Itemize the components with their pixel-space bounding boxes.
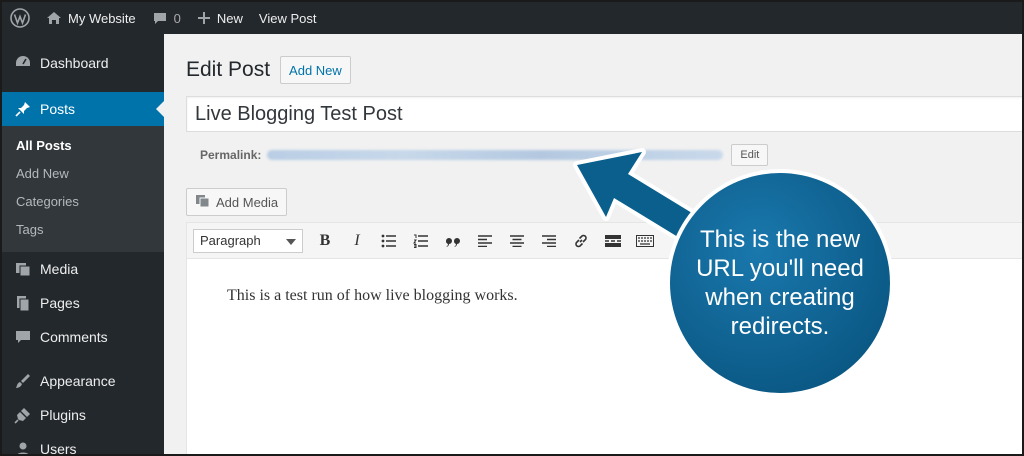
comments-icon <box>14 328 32 346</box>
plugin-icon <box>14 406 32 424</box>
media-icon <box>14 260 32 278</box>
admin-sidebar: Dashboard Posts All Posts Add New Catego… <box>2 34 164 456</box>
post-body-text[interactable]: This is a test run of how live blogging … <box>227 287 518 305</box>
sidebar-item-label: Dashboard <box>40 55 109 71</box>
page-title: Edit Post <box>186 58 271 81</box>
home-icon <box>46 10 62 26</box>
sidebar-item-users[interactable]: Users <box>2 432 164 456</box>
submenu-categories[interactable]: Categories <box>2 188 164 216</box>
bold-button[interactable]: B <box>309 227 341 255</box>
sidebar-item-label: Plugins <box>40 407 86 423</box>
sidebar-item-media[interactable]: Media <box>2 252 164 286</box>
comments-count: 0 <box>173 10 181 26</box>
submenu-all-posts[interactable]: All Posts <box>2 132 164 160</box>
format-select[interactable]: Paragraph <box>193 228 303 253</box>
sidebar-item-comments[interactable]: Comments <box>2 320 164 354</box>
view-post-label: View Post <box>258 10 317 26</box>
posts-submenu: All Posts Add New Categories Tags <box>2 126 164 252</box>
align-left-icon[interactable] <box>469 227 501 255</box>
bulleted-list-icon[interactable] <box>373 227 405 255</box>
post-editor[interactable]: Paragraph B I This is a test run of how … <box>186 222 1022 454</box>
sidebar-item-label: Appearance <box>40 373 116 389</box>
site-name: My Website <box>68 10 136 26</box>
pages-icon <box>14 294 32 312</box>
blockquote-icon[interactable] <box>437 227 469 255</box>
sidebar-item-label: Posts <box>40 101 76 117</box>
sidebar-item-label: Pages <box>40 295 80 311</box>
screenshot-frame: My Website 0 New View Post Dashboard Pos… <box>0 0 1024 456</box>
submenu-tags[interactable]: Tags <box>2 216 164 244</box>
read-more-icon[interactable] <box>597 227 629 255</box>
dashboard-icon <box>14 54 32 72</box>
add-media-button[interactable]: Add Media <box>186 188 288 216</box>
users-icon <box>14 440 32 454</box>
sidebar-item-appearance[interactable]: Appearance <box>2 364 164 398</box>
editor-toolbar: Paragraph B I <box>187 223 1022 259</box>
add-new-button[interactable]: Add New <box>280 56 351 84</box>
align-right-icon[interactable] <box>533 227 565 255</box>
sidebar-item-dashboard[interactable]: Dashboard <box>2 46 164 80</box>
new-content-link[interactable]: New <box>189 2 251 34</box>
sidebar-item-label: Comments <box>40 329 108 345</box>
wordpress-logo-icon[interactable] <box>2 2 38 34</box>
italic-button[interactable]: I <box>341 227 373 255</box>
align-center-icon[interactable] <box>501 227 533 255</box>
comment-bubble-icon <box>152 10 168 26</box>
permalink-edit-button[interactable]: Edit <box>731 144 769 166</box>
callout-text: This is the new URL you'll need when cre… <box>696 226 864 340</box>
view-post-link[interactable]: View Post <box>251 2 325 34</box>
toolbar-toggle-icon[interactable] <box>629 227 661 255</box>
comments-link[interactable]: 0 <box>144 2 189 34</box>
permalink-row: Permalink: Edit <box>200 144 769 166</box>
sidebar-item-label: Users <box>40 441 77 456</box>
sidebar-item-posts[interactable]: Posts <box>2 92 164 126</box>
post-title-input[interactable]: Live Blogging Test Post <box>186 96 1022 132</box>
sidebar-item-label: Media <box>40 261 79 277</box>
link-icon[interactable] <box>565 227 597 255</box>
pin-icon <box>14 100 32 118</box>
site-name-link[interactable]: My Website <box>38 2 144 34</box>
permalink-url-blurred[interactable] <box>267 150 724 160</box>
numbered-list-icon[interactable] <box>405 227 437 255</box>
submenu-add-new[interactable]: Add New <box>2 160 164 188</box>
sidebar-item-plugins[interactable]: Plugins <box>2 398 164 432</box>
page-header: Edit Post Add New <box>186 56 351 84</box>
new-label: New <box>216 10 243 26</box>
media-upload-icon <box>195 193 216 212</box>
main-content: Edit Post Add New Live Blogging Test Pos… <box>164 34 1022 454</box>
plus-icon <box>197 11 211 25</box>
format-select-value: Paragraph <box>200 233 261 248</box>
chevron-down-icon <box>286 233 296 248</box>
brush-icon <box>14 372 32 390</box>
add-media-label: Add Media <box>216 194 279 210</box>
admin-bar: My Website 0 New View Post <box>2 2 1022 34</box>
callout-bubble: This is the new URL you'll need when cre… <box>668 172 892 394</box>
sidebar-item-pages[interactable]: Pages <box>2 286 164 320</box>
permalink-label: Permalink: <box>200 148 262 162</box>
